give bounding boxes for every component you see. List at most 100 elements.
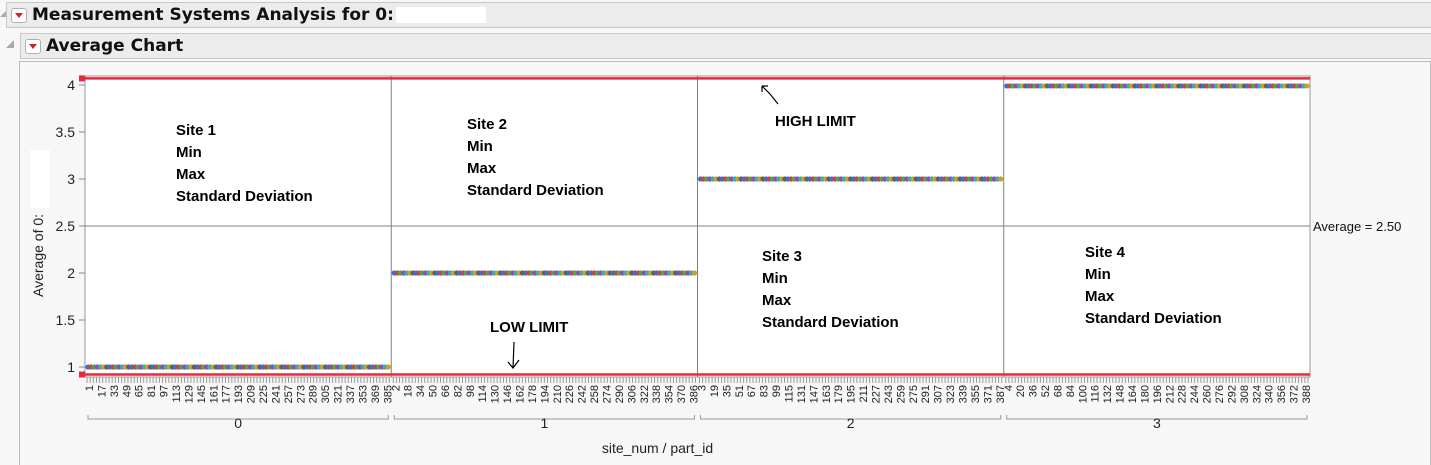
x-tick-label: 212 bbox=[1164, 385, 1176, 403]
x-tick-label: 257 bbox=[283, 385, 295, 403]
y-axis-label: Average of 0: bbox=[30, 214, 46, 297]
x-tick-label: 116 bbox=[1090, 385, 1102, 403]
x-tick-label: 324 bbox=[1251, 385, 1263, 403]
x-tick-label: 113 bbox=[171, 385, 183, 403]
ann-line: Max bbox=[1085, 288, 1115, 305]
x-tick-label: 337 bbox=[345, 385, 357, 403]
x-tick-label: 180 bbox=[1139, 385, 1151, 403]
x-tick-label: 179 bbox=[833, 385, 845, 403]
y-tick-label: 2.5 bbox=[56, 218, 76, 234]
x-tick-label: 275 bbox=[908, 385, 920, 403]
data-point bbox=[1304, 83, 1310, 89]
x-tick-label: 84 bbox=[1065, 385, 1077, 397]
ann-line: Min bbox=[176, 144, 202, 161]
data-point bbox=[385, 364, 391, 370]
x-tick-label: 34 bbox=[415, 385, 427, 397]
x-tick-label: 1 bbox=[84, 385, 96, 391]
ann-line: Min bbox=[762, 270, 788, 287]
y-tick-label: 4 bbox=[67, 77, 75, 93]
ann-line: Standard Deviation bbox=[762, 314, 899, 331]
ann-line: Site 1 bbox=[176, 122, 217, 139]
x-tick-label: 388 bbox=[1301, 385, 1313, 403]
site2-annotation: Site 2 Min Max Standard Deviation bbox=[467, 114, 604, 202]
x-tick-label: 52 bbox=[1040, 385, 1052, 397]
x-tick-label: 177 bbox=[221, 385, 233, 403]
x-tick-label: 355 bbox=[970, 385, 982, 403]
x-tick-label: 306 bbox=[626, 385, 638, 403]
x-tick-label: 228 bbox=[1177, 385, 1189, 403]
x-tick-label: 338 bbox=[651, 385, 663, 403]
x-tick-label: 258 bbox=[589, 385, 601, 403]
site4-annotation: Site 4 Min Max Standard Deviation bbox=[1085, 242, 1222, 330]
x-tick-label: 145 bbox=[196, 385, 208, 403]
x-tick-label: 292 bbox=[1226, 385, 1238, 403]
ann-line: Max bbox=[176, 166, 206, 183]
x-tick-label: 210 bbox=[552, 385, 564, 403]
y-tick-label: 1.5 bbox=[56, 312, 76, 328]
x-tick-label: 98 bbox=[465, 385, 477, 397]
x-axis-label: site_num / part_id bbox=[602, 440, 713, 456]
x-tick-label: 291 bbox=[920, 385, 932, 403]
x-tick-label: 19 bbox=[709, 385, 721, 397]
data-point bbox=[998, 176, 1004, 182]
x-tick-label: 259 bbox=[895, 385, 907, 403]
x-tick-label: 147 bbox=[808, 385, 820, 403]
group-label: 3 bbox=[1153, 415, 1161, 431]
x-tick-label: 305 bbox=[320, 385, 332, 403]
x-tick-label: 67 bbox=[746, 385, 758, 397]
x-tick-label: 35 bbox=[721, 385, 733, 397]
x-tick-label: 290 bbox=[614, 385, 626, 403]
x-tick-label: 356 bbox=[1276, 385, 1288, 403]
group-label: 2 bbox=[847, 415, 855, 431]
x-tick-label: 243 bbox=[883, 385, 895, 403]
x-tick-label: 100 bbox=[1077, 385, 1089, 403]
x-tick-label: 178 bbox=[527, 385, 539, 403]
ann-line: Site 4 bbox=[1085, 244, 1126, 261]
site3-annotation: Site 3 Min Max Standard Deviation bbox=[762, 246, 899, 334]
ann-line: Max bbox=[762, 292, 792, 309]
x-tick-label: 225 bbox=[258, 385, 270, 403]
x-tick-label: 36 bbox=[1028, 385, 1040, 397]
x-tick-label: 353 bbox=[357, 385, 369, 403]
x-tick-label: 354 bbox=[664, 385, 676, 403]
x-tick-label: 193 bbox=[233, 385, 245, 403]
x-tick-label: 99 bbox=[771, 385, 783, 397]
x-tick-label: 209 bbox=[246, 385, 258, 403]
x-tick-label: 307 bbox=[933, 385, 945, 403]
x-tick-label: 369 bbox=[370, 385, 382, 403]
x-tick-label: 115 bbox=[783, 385, 795, 403]
x-tick-label: 274 bbox=[602, 385, 614, 403]
x-tick-label: 132 bbox=[1102, 385, 1114, 403]
x-tick-label: 273 bbox=[295, 385, 307, 403]
x-tick-label: 244 bbox=[1189, 385, 1201, 403]
x-tick-label: 370 bbox=[676, 385, 688, 403]
x-tick-label: 339 bbox=[957, 385, 969, 403]
low-limit-annotation: LOW LIMIT bbox=[490, 319, 569, 336]
x-tick-label: 2 bbox=[390, 385, 402, 391]
ann-line: Max bbox=[467, 160, 497, 177]
x-tick-label: 146 bbox=[502, 385, 514, 403]
x-tick-label: 148 bbox=[1115, 385, 1127, 403]
x-tick-label: 18 bbox=[403, 385, 415, 397]
x-tick-label: 242 bbox=[577, 385, 589, 403]
x-tick-label: 97 bbox=[159, 385, 171, 397]
x-tick-label: 321 bbox=[333, 385, 345, 403]
x-tick-label: 276 bbox=[1214, 385, 1226, 403]
x-tick-label: 161 bbox=[208, 385, 220, 403]
x-tick-label: 20 bbox=[1015, 385, 1027, 397]
x-tick-label: 129 bbox=[183, 385, 195, 403]
x-tick-label: 163 bbox=[821, 385, 833, 403]
x-tick-label: 211 bbox=[858, 385, 870, 403]
group-label: 1 bbox=[540, 415, 548, 431]
high-limit-annotation: HIGH LIMIT bbox=[775, 113, 856, 130]
y-tick-label: 3 bbox=[67, 171, 75, 187]
limit-marker bbox=[79, 371, 85, 378]
x-tick-label: 322 bbox=[639, 385, 651, 403]
x-tick-label: 260 bbox=[1202, 385, 1214, 403]
x-tick-label: 51 bbox=[734, 385, 746, 397]
ann-line: Min bbox=[1085, 266, 1111, 283]
x-tick-label: 289 bbox=[308, 385, 320, 403]
x-tick-label: 226 bbox=[564, 385, 576, 403]
x-tick-label: 195 bbox=[846, 385, 858, 403]
center-line-label: Average = 2.50 bbox=[1313, 219, 1401, 234]
